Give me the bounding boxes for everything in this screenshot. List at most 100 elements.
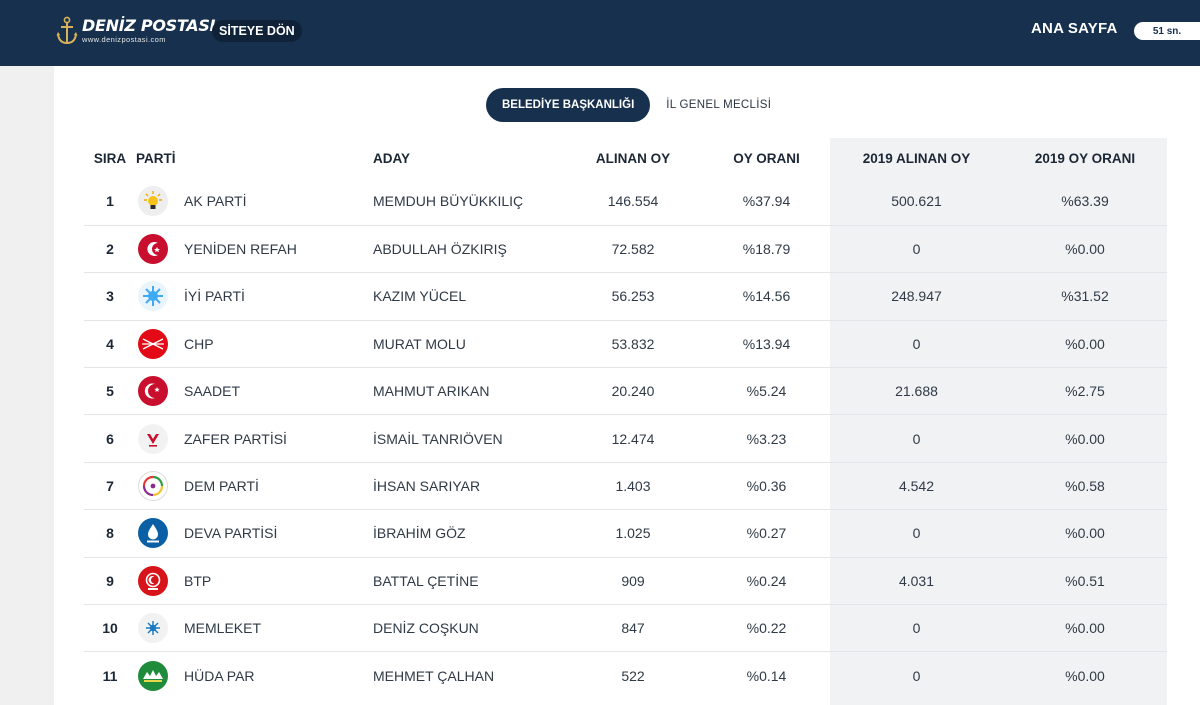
table-row: 9 BTP BATTAL ÇETİNE 909 %0.24 4.031 %0.5… bbox=[84, 557, 1167, 606]
row-sira: 11 bbox=[102, 667, 118, 684]
table-row: 7 DEM PARTİ İHSAN SARIYAR 1.403 %0.36 4.… bbox=[84, 462, 1167, 511]
row-sira: 3 bbox=[84, 272, 136, 321]
party-name: ZAFER PARTİSİ bbox=[184, 430, 287, 447]
vote-share-2019: %0.00 bbox=[1003, 414, 1167, 463]
vote-share: %0.36 bbox=[703, 462, 830, 511]
header-parti: PARTİ bbox=[136, 150, 176, 166]
table-row: 1 AK PARTİ MEMDUH BÜYÜKKILIÇ 146.554 %37… bbox=[84, 178, 1167, 226]
tab-il-genel-meclisi[interactable]: İL GENEL MECLİSİ bbox=[666, 99, 771, 111]
home-link[interactable]: ANA SAYFA bbox=[1031, 20, 1118, 37]
header-oy-orani: OY ORANI bbox=[733, 150, 800, 166]
vote-share-2019: %63.39 bbox=[1003, 178, 1167, 226]
candidate-name: İSMAİL TANRIÖVEN bbox=[373, 414, 563, 463]
votes: 522 bbox=[621, 667, 645, 684]
table-row: 3 İYİ PARTİ KAZIM YÜCEL 56.253 %14.56 24… bbox=[84, 272, 1167, 321]
votes-2019: 0 bbox=[830, 414, 1003, 463]
candidate-name: BATTAL ÇETİNE bbox=[373, 557, 563, 606]
header-sira: SIRA bbox=[93, 150, 127, 166]
votes-2019: 0 bbox=[830, 225, 1003, 274]
vote-share-2019: %0.00 bbox=[1003, 509, 1167, 558]
vote-share-2019: %2.75 bbox=[1003, 367, 1167, 416]
header-2019-alinan-oy: 2019 ALINAN OY bbox=[862, 150, 971, 166]
table-row: 6 ZAFER PARTİSİ İSMAİL TANRIÖVEN 12.474 … bbox=[84, 414, 1167, 463]
party-name: AK PARTİ bbox=[184, 193, 247, 210]
site-logo[interactable]: DENİZ POSTASI www.denizpostasi.com bbox=[56, 14, 216, 48]
table-row: 2 YENİDEN REFAH ABDULLAH ÖZKIRIŞ 72.582 … bbox=[84, 225, 1167, 274]
votes: 72.582 bbox=[563, 225, 703, 274]
candidate-name: MEHMET ÇALHAN bbox=[373, 667, 495, 684]
party-name: YENİDEN REFAH bbox=[184, 241, 297, 258]
huda-par-logo-icon bbox=[138, 660, 168, 691]
candidate-name: ABDULLAH ÖZKIRIŞ bbox=[373, 225, 563, 274]
vote-share-2019: %0.00 bbox=[1003, 604, 1167, 653]
table-row: 5 SAADET MAHMUT ARIKAN 20.240 %5.24 21.6… bbox=[84, 367, 1167, 416]
logo-url: www.denizpostasi.com bbox=[82, 35, 166, 45]
party-name: CHP bbox=[184, 335, 214, 352]
table-row: 8 DEVA PARTİSİ İBRAHİM GÖZ 1.025 %0.27 0… bbox=[84, 509, 1167, 558]
deva-logo-icon bbox=[138, 518, 168, 549]
vote-share: %37.94 bbox=[703, 178, 830, 226]
votes-2019: 0 bbox=[830, 509, 1003, 558]
header-alinan-oy: ALINAN OY bbox=[595, 150, 671, 166]
party-name: İYİ PARTİ bbox=[184, 288, 245, 305]
votes: 56.253 bbox=[563, 272, 703, 321]
votes-2019: 4.542 bbox=[830, 462, 1003, 511]
row-sira: 7 bbox=[84, 462, 136, 511]
row-sira: 9 bbox=[84, 557, 136, 606]
candidate-name: DENİZ COŞKUN bbox=[373, 604, 563, 653]
saadet-logo-icon bbox=[138, 376, 168, 407]
votes-2019: 0 bbox=[830, 320, 1003, 369]
vote-share: %0.22 bbox=[703, 604, 830, 653]
party-name: HÜDA PAR bbox=[184, 667, 255, 684]
chp-logo-icon bbox=[138, 328, 168, 359]
refresh-countdown: 51 sn. bbox=[1134, 22, 1200, 40]
candidate-name: İHSAN SARIYAR bbox=[373, 462, 563, 511]
vote-share: %5.24 bbox=[703, 367, 830, 416]
zafer-logo-icon bbox=[138, 423, 168, 454]
party-name: BTP bbox=[184, 572, 212, 589]
votes-2019: 21.688 bbox=[830, 367, 1003, 416]
vote-share-2019: %31.52 bbox=[1003, 272, 1167, 321]
candidate-name: MEMDUH BÜYÜKKILIÇ bbox=[373, 178, 563, 226]
vote-share-2019: %0.00 bbox=[1065, 667, 1105, 684]
btp-logo-icon bbox=[138, 565, 168, 596]
vote-share-2019: %0.51 bbox=[1003, 557, 1167, 606]
party-name: MEMLEKET bbox=[184, 620, 262, 637]
vote-share: %0.14 bbox=[746, 667, 787, 684]
back-to-site-button[interactable]: SİTEYE DÖN bbox=[212, 20, 302, 42]
ak-parti-logo-icon bbox=[138, 186, 168, 217]
candidate-name: İBRAHİM GÖZ bbox=[373, 509, 563, 558]
votes-2019: 4.031 bbox=[830, 557, 1003, 606]
table-header-row: SIRA PARTİ ADAY ALINAN OY OY ORANI 2019 … bbox=[84, 138, 1167, 178]
header-aday: ADAY bbox=[373, 150, 411, 166]
row-sira: 10 bbox=[84, 604, 136, 653]
vote-share: %0.27 bbox=[703, 509, 830, 558]
candidate-name: KAZIM YÜCEL bbox=[373, 272, 563, 321]
memleket-logo-icon bbox=[138, 613, 168, 644]
votes-2019: 0 bbox=[912, 667, 921, 684]
logo-name: DENİZ POSTASI bbox=[82, 16, 216, 36]
votes-2019: 248.947 bbox=[830, 272, 1003, 321]
votes: 1.403 bbox=[563, 462, 703, 511]
party-name: DEM PARTİ bbox=[184, 478, 259, 495]
party-name: SAADET bbox=[184, 383, 241, 400]
vote-share: %13.94 bbox=[703, 320, 830, 369]
row-sira: 6 bbox=[84, 414, 136, 463]
vote-share: %0.24 bbox=[703, 557, 830, 606]
votes: 20.240 bbox=[563, 367, 703, 416]
table-row: 10 MEMLEKET DENİZ COŞKUN 847 %0.22 0 %0.… bbox=[84, 604, 1167, 653]
vote-share-2019: %0.58 bbox=[1003, 462, 1167, 511]
row-sira: 1 bbox=[84, 178, 136, 226]
yeniden-refah-logo-icon bbox=[138, 234, 168, 265]
party-name: DEVA PARTİSİ bbox=[184, 525, 278, 542]
tab-belediye-baskanligi[interactable]: BELEDİYE BAŞKANLIĞI bbox=[486, 88, 651, 122]
row-sira: 2 bbox=[84, 225, 136, 274]
vote-share-2019: %0.00 bbox=[1003, 225, 1167, 274]
votes-2019: 0 bbox=[830, 604, 1003, 653]
candidate-name: MAHMUT ARIKAN bbox=[373, 367, 563, 416]
row-sira: 4 bbox=[84, 320, 136, 369]
anchor-icon bbox=[56, 16, 78, 45]
table-row: 11 HÜDA PAR MEHMET ÇALHAN 522 %0.14 0 %0… bbox=[84, 652, 1167, 699]
votes: 146.554 bbox=[563, 178, 703, 226]
dem-logo-icon bbox=[138, 471, 168, 502]
